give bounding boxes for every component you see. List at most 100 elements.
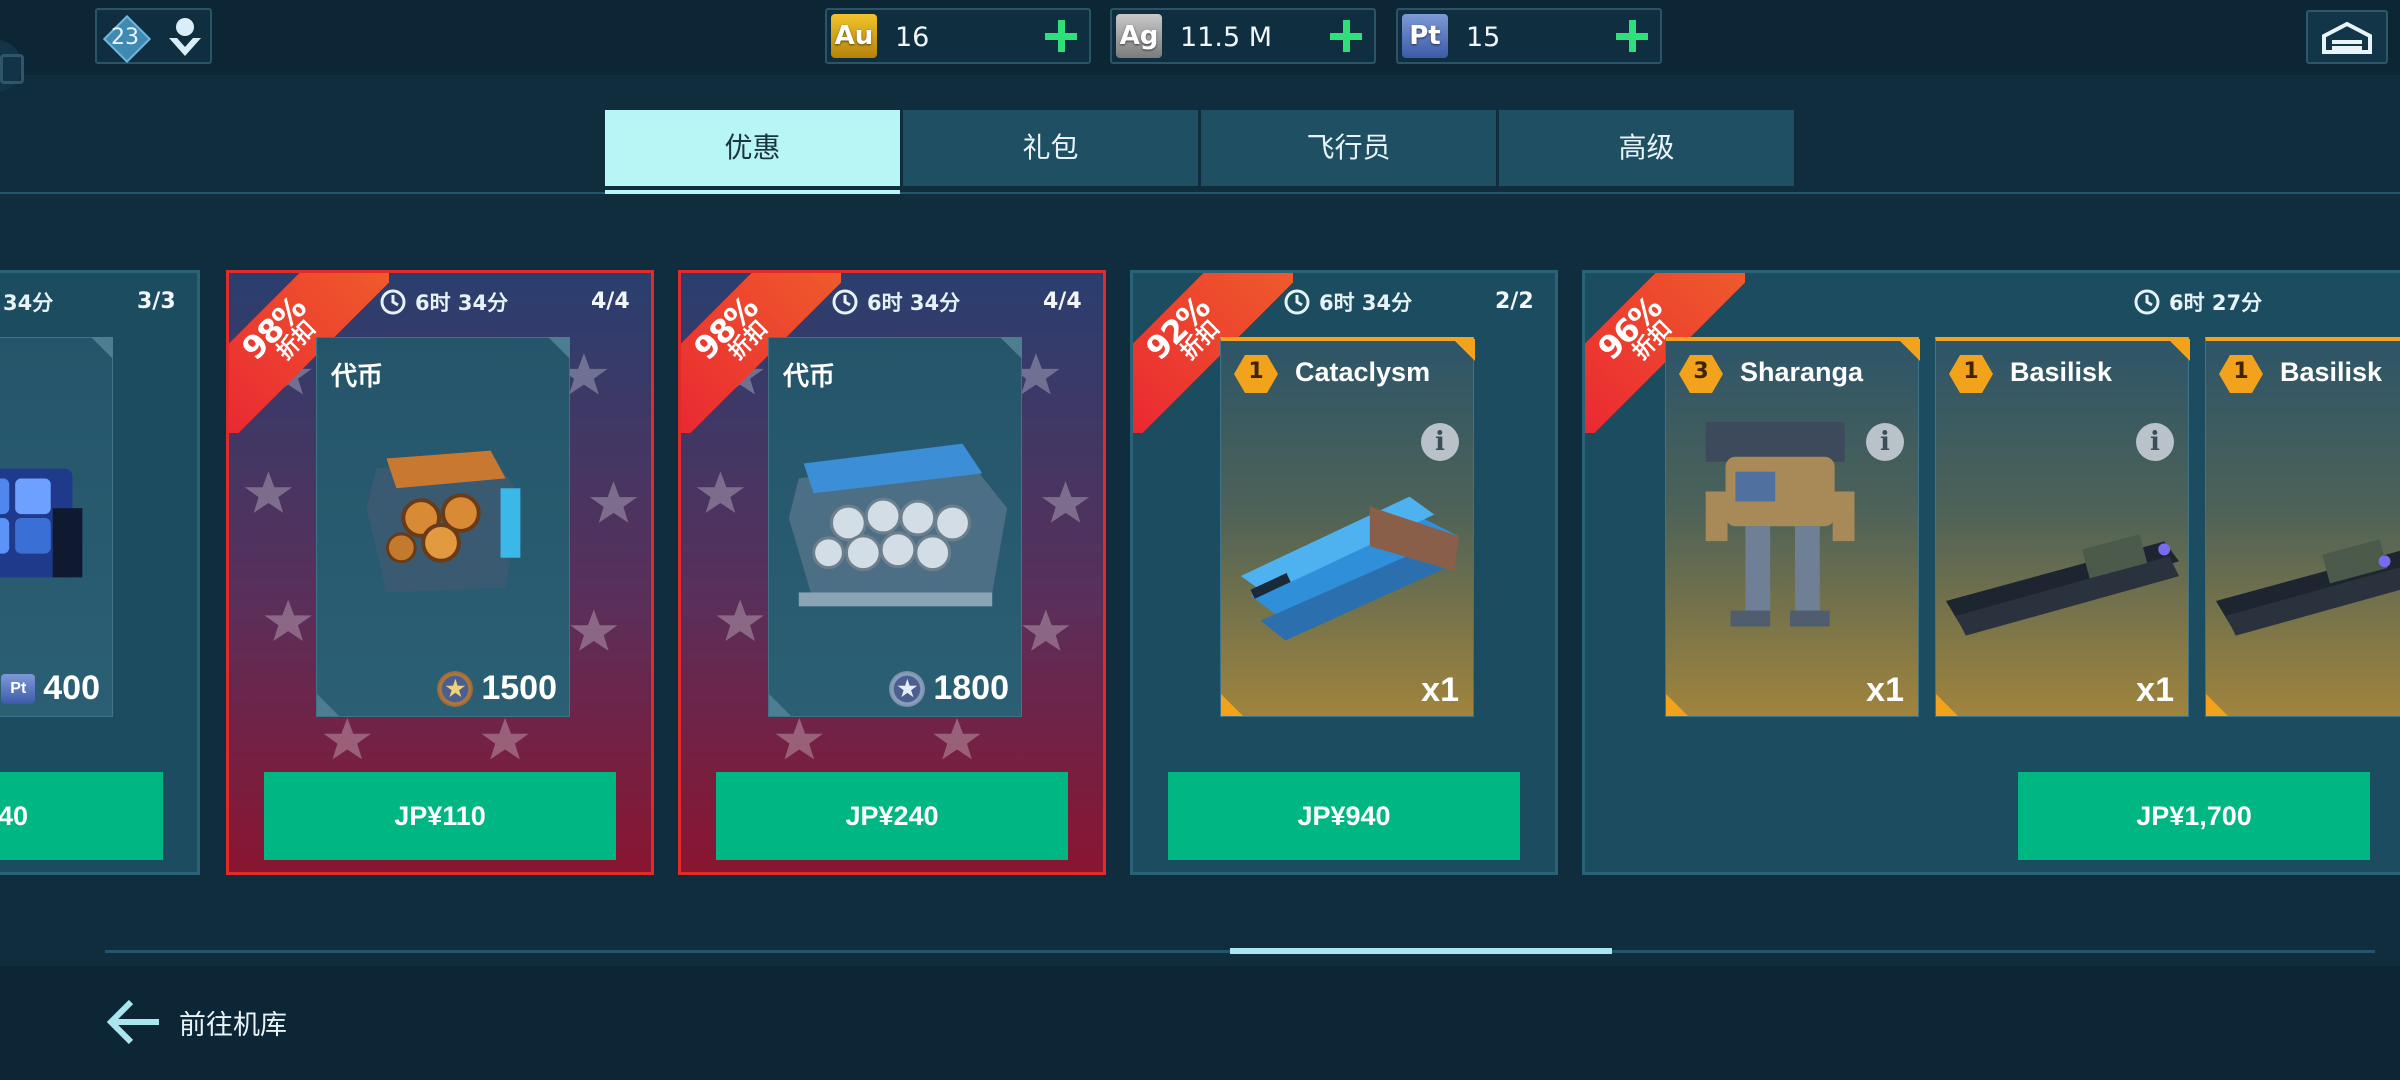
footer-bar — [0, 966, 2400, 1080]
item-tile: Pt 400 — [0, 337, 113, 717]
offer-card-sharanga-bundle[interactable]: 96% 折扣 6时 27分 3 Sharanga i x1 1 Basilisk… — [1582, 270, 2400, 875]
pilot-icon — [169, 18, 201, 56]
tile-corner — [548, 337, 570, 359]
platinum-chest-image — [0, 468, 83, 578]
tabs-divider — [0, 192, 2400, 194]
item-tile: 代币 ★ 1500 — [316, 337, 570, 717]
offer-timer: 6时 34分 — [1283, 287, 1412, 317]
offers-scrollbar-thumb[interactable] — [1230, 948, 1612, 954]
tier-number: 1 — [1248, 359, 1264, 384]
platinum-currency: Pt 15 — [1396, 8, 1662, 64]
token-icon: ★ — [889, 670, 926, 707]
player-level-panel[interactable]: 23 — [95, 8, 212, 64]
tile-corner — [1000, 337, 1022, 359]
basilisk-weapon-image — [2215, 539, 2400, 636]
sharanga-robot-image — [1705, 422, 1855, 627]
gold-amount: 16 — [895, 22, 930, 53]
gold-icon: Au — [831, 14, 877, 58]
silver-currency: Ag 11.5 M — [1110, 8, 1376, 64]
cataclysm-weapon-image — [1240, 496, 1460, 641]
amount-text: 1800 — [933, 669, 1009, 707]
item-quantity: x1 — [1866, 671, 1904, 709]
offer-card-cataclysm[interactable]: 92% 折扣 6时 34分 2/2 1 Cataclysm i x1 JP¥94… — [1130, 270, 1558, 875]
amount-text: 1500 — [481, 669, 557, 707]
buy-button[interactable]: JP¥1,700 — [2018, 772, 2370, 860]
timer-text: 6时 34分 — [867, 291, 961, 315]
clock-icon — [832, 289, 858, 315]
add-platinum-button[interactable] — [1614, 18, 1650, 54]
info-icon[interactable]: i — [2136, 423, 2174, 461]
offer-count: 4/4 — [1043, 289, 1082, 314]
buy-button[interactable]: JP¥240 — [716, 772, 1068, 860]
offer-count: 4/4 — [591, 289, 630, 314]
offer-timer: 6时 34分 — [831, 287, 960, 317]
offer-card-platinum[interactable]: 34分 3/3 Pt 400 240 — [0, 270, 200, 875]
silver-icon: Ag — [1116, 14, 1162, 58]
gold-currency: Au 16 — [825, 8, 1091, 64]
offer-timer: 34分 — [3, 287, 53, 317]
offer-count: 2/2 — [1495, 289, 1534, 314]
tab-packs[interactable]: 礼包 — [903, 110, 1198, 186]
back-to-hangar-button[interactable]: 前往机库 — [105, 992, 287, 1052]
buy-button[interactable]: JP¥110 — [264, 772, 616, 860]
tab-premium[interactable]: 高级 — [1499, 110, 1794, 186]
tab-pilots[interactable]: 飞行员 — [1201, 110, 1496, 186]
platinum-icon: Pt — [1402, 14, 1448, 58]
back-label: 前往机库 — [179, 1009, 287, 1041]
item-tile: 3 Sharanga i x1 — [1665, 337, 1920, 717]
weapon-name: Basilisk — [2280, 357, 2383, 387]
tier-number: 1 — [1963, 359, 1979, 384]
item-tile: 1 Basilisk — [2205, 337, 2400, 717]
platinum-icon: Pt — [1, 673, 36, 704]
timer-text: 6时 34分 — [415, 291, 509, 315]
platinum-amount: 15 — [1466, 22, 1501, 53]
robot-name: Sharanga — [1740, 357, 1864, 387]
timer-text: 34分 — [3, 291, 54, 315]
offer-card-tokens-1500[interactable]: 98% 折扣 6时 34分 4/4 代币 ★ 1500 JP¥110 — [226, 270, 654, 875]
player-level: 23 — [111, 25, 139, 50]
clock-icon — [2134, 289, 2160, 315]
tile-corner — [1453, 339, 1475, 361]
buy-button[interactable]: 240 — [0, 772, 163, 860]
level-badge-icon: 23 — [104, 16, 146, 58]
token-amount: ★ 1800 — [889, 669, 1009, 708]
timer-text: 6时 34分 — [1319, 291, 1413, 315]
item-name: 代币 — [331, 362, 384, 392]
item-quantity: x1 — [2136, 671, 2174, 709]
tile-corner — [2168, 339, 2190, 361]
buy-button[interactable]: JP¥940 — [1168, 772, 1520, 860]
hangar-icon — [2322, 21, 2372, 54]
token-amount: ★ 1500 — [437, 669, 557, 708]
tier-number: 1 — [2233, 359, 2249, 384]
offer-timer: 6时 27分 — [2133, 287, 2262, 317]
tier-number: 3 — [1693, 359, 1709, 384]
item-tile: 1 Basilisk i x1 — [1935, 337, 2190, 717]
clock-icon — [380, 289, 406, 315]
item-quantity: x1 — [1421, 671, 1459, 709]
clock-icon — [1284, 289, 1310, 315]
item-tile: 1 Cataclysm i x1 — [1220, 337, 1475, 717]
tile-corner — [317, 694, 339, 716]
add-gold-button[interactable] — [1043, 18, 1079, 54]
token-chest-image — [788, 443, 1008, 607]
amount-text: 400 — [43, 669, 100, 707]
hangar-button[interactable] — [2306, 10, 2388, 64]
tile-corner — [769, 694, 791, 716]
timer-text: 6时 27分 — [2169, 291, 2263, 315]
item-tile: 代币 ★ 1800 — [768, 337, 1022, 717]
weapon-name: Cataclysm — [1295, 357, 1431, 387]
token-icon: ★ — [437, 670, 474, 707]
tile-corner — [1898, 339, 1920, 361]
weapon-name: Basilisk — [2010, 357, 2113, 387]
tile-corner — [91, 337, 113, 359]
token-chest-image — [366, 450, 521, 593]
platinum-amount: Pt 400 — [1, 669, 100, 708]
add-silver-button[interactable] — [1328, 18, 1364, 54]
tab-offers[interactable]: 优惠 — [605, 110, 900, 186]
offer-card-tokens-1800[interactable]: 98% 折扣 6时 34分 4/4 代币 ★ 1800 JP¥240 — [678, 270, 1106, 875]
offer-count: 3/3 — [137, 289, 176, 314]
item-name: 代币 — [783, 362, 836, 392]
offer-timer: 6时 34分 — [379, 287, 508, 317]
active-tab-underline — [605, 190, 900, 194]
back-arrow-icon — [106, 999, 159, 1045]
